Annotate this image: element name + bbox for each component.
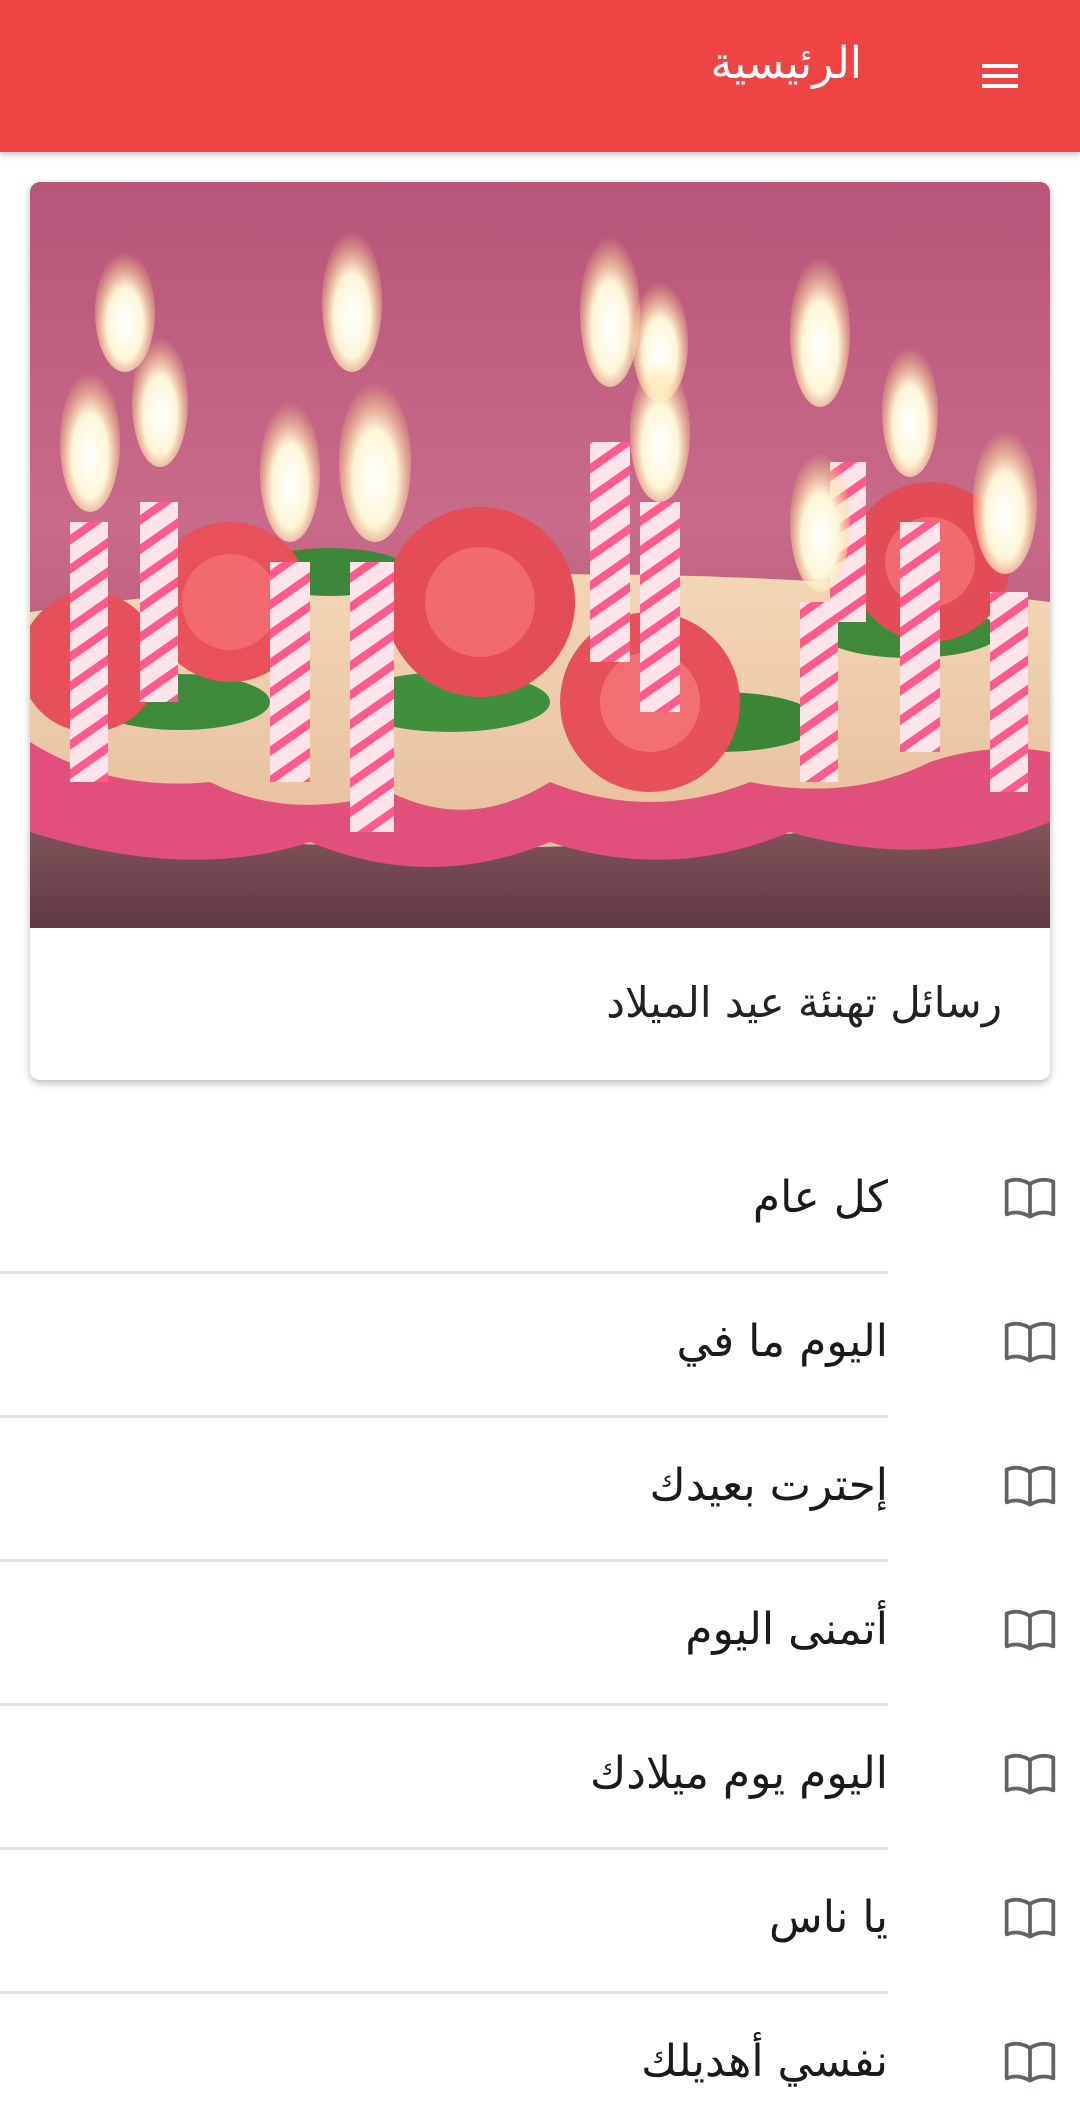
list-item-label: اليوم ما في [676, 1316, 888, 1367]
page-title: الرئيسية [710, 38, 862, 89]
list-item[interactable]: نفسي أهديلك [0, 1994, 1080, 2108]
list-item[interactable]: اليوم يوم ميلادك [0, 1706, 1080, 1850]
list-item[interactable]: أتمنى اليوم [0, 1562, 1080, 1706]
book-icon [1004, 1753, 1056, 1795]
book-icon [1004, 1465, 1056, 1507]
list-item-label: إحترت بعيدك [649, 1460, 889, 1511]
book-icon [1004, 2041, 1056, 2083]
app-toolbar: الرئيسية [0, 0, 1080, 152]
list-item-label: اليوم يوم ميلادك [589, 1748, 888, 1799]
list-item-label: نفسي أهديلك [641, 2036, 888, 2087]
book-icon [1004, 1321, 1056, 1363]
app-screen: الرئيسية رسائل تهنئة عيد الميلاد كل عام … [0, 0, 1080, 2108]
messages-list: كل عام اليوم ما في إحترت بعيدك أتمنى الي… [0, 1130, 1080, 2108]
list-item[interactable]: كل عام [0, 1130, 1080, 1274]
card-title: رسائل تهنئة عيد الميلاد [606, 978, 1002, 1027]
birthday-cake-image [30, 182, 1050, 928]
book-icon [1004, 1177, 1056, 1219]
list-item-label: أتمنى اليوم [685, 1604, 888, 1655]
menu-icon [982, 64, 1018, 88]
menu-button[interactable] [952, 28, 1048, 124]
list-item[interactable]: إحترت بعيدك [0, 1418, 1080, 1562]
featured-card[interactable]: رسائل تهنئة عيد الميلاد [30, 182, 1050, 1080]
book-icon [1004, 1897, 1056, 1939]
list-item-label: كل عام [752, 1172, 888, 1223]
list-item[interactable]: اليوم ما في [0, 1274, 1080, 1418]
list-item[interactable]: يا ناس [0, 1850, 1080, 1994]
book-icon [1004, 1609, 1056, 1651]
list-item-label: يا ناس [768, 1892, 888, 1943]
